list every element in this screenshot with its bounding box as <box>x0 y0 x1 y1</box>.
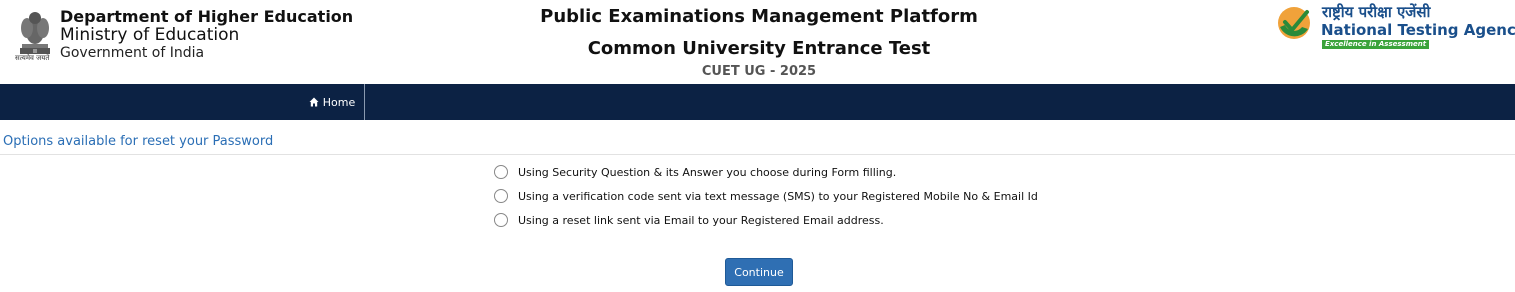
option-label: Using a verification code sent via text … <box>518 189 1038 203</box>
continue-button[interactable]: Continue <box>725 258 793 286</box>
nta-tagline: Excellence in Assessment <box>1322 40 1430 49</box>
home-icon <box>309 97 319 107</box>
main-navbar: Home <box>0 84 1515 120</box>
nta-logo-icon <box>1278 7 1310 39</box>
nav-home-label: Home <box>322 95 356 109</box>
option-label: Using Security Question & its Answer you… <box>518 165 897 179</box>
page-header: सत्यमेव जयते Department of Higher Educat… <box>0 0 1515 84</box>
section-divider <box>0 154 1515 155</box>
reset-option-sms-code[interactable]: Using a verification code sent via text … <box>494 187 1038 205</box>
radio-email-link[interactable] <box>494 213 508 227</box>
radio-security-question[interactable] <box>494 165 508 179</box>
exam-subtitle: CUET UG - 2025 <box>701 64 817 79</box>
nta-brand: राष्ट्रीय परीक्षा एजेंसी National Testin… <box>1276 2 1515 52</box>
section-title: Options available for reset your Passwor… <box>3 134 274 149</box>
nta-hindi-name: राष्ट्रीय परीक्षा एजेंसी <box>1322 3 1431 21</box>
reset-option-security-question[interactable]: Using Security Question & its Answer you… <box>494 163 896 181</box>
radio-sms-code[interactable] <box>494 189 508 203</box>
reset-option-email-link[interactable]: Using a reset link sent via Email to you… <box>494 211 884 229</box>
nav-home-link[interactable]: Home <box>300 84 365 120</box>
nta-english-name: National Testing Agency <box>1321 21 1515 39</box>
option-label: Using a reset link sent via Email to you… <box>518 213 884 227</box>
